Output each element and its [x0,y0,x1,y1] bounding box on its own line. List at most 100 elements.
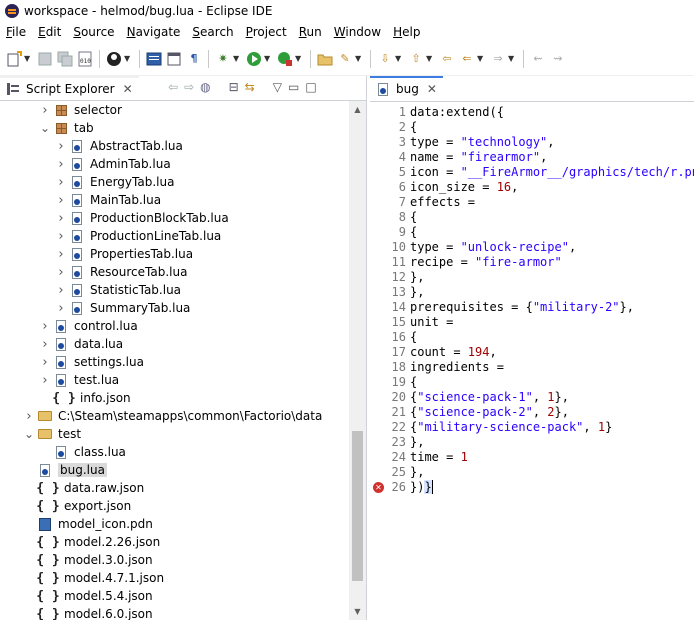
refresh-icon[interactable]: ◍ [200,80,210,94]
tree-item[interactable]: › StatisticTab.lua [56,281,181,299]
tree-item[interactable]: class.lua [40,443,126,461]
pin-editor-icon[interactable]: ⇜ [530,51,546,67]
close-icon[interactable]: ✕ [427,82,437,96]
tree-item[interactable]: › ResourceTab.lua [56,263,187,281]
window-icon[interactable] [166,51,182,67]
chevron-down-icon[interactable]: ⌄ [40,121,50,135]
pilcrow-icon[interactable]: ¶ [186,51,202,67]
tree-item[interactable]: { } model.3.0.json [24,551,152,569]
gear-icon[interactable]: ✷ [215,51,231,67]
chevron-right-icon[interactable]: › [56,265,66,280]
tree-item[interactable]: › control.lua [40,317,137,335]
menu-item-help[interactable]: Help [387,25,426,39]
tree-folder[interactable]: › selector [40,101,122,119]
run-dropdown-icon[interactable]: ▼ [264,54,272,63]
last-edit-icon[interactable]: ⇦ [439,51,455,67]
chevron-right-icon[interactable]: › [56,283,66,298]
tree-item[interactable]: { } model.6.0.json [24,605,152,621]
chevron-right-icon[interactable]: › [56,157,66,172]
forward-dropdown-icon[interactable]: ▼ [508,54,516,63]
tab-bug[interactable]: bug ✕ [370,76,443,100]
tree-item[interactable]: { } info.json [40,389,130,407]
tree-item[interactable]: › PropertiesTab.lua [56,245,193,263]
chevron-right-icon[interactable]: › [56,211,66,226]
menu-item-edit[interactable]: Edit [32,25,67,39]
tree-item[interactable]: › EnergyTab.lua [56,173,174,191]
tree-item[interactable]: { } model.4.7.1.json [24,569,164,587]
explorer-scrollbar[interactable]: ▲ ▼ [349,101,366,620]
forward-icon[interactable]: ⇒ [490,51,506,67]
debug-icon[interactable] [106,51,122,67]
tree-item[interactable]: { } data.raw.json [24,479,144,497]
tree-item[interactable]: { } model.5.4.json [24,587,152,605]
menu-item-window[interactable]: Window [328,25,387,39]
tree-folder[interactable]: ⌄ tab [40,119,94,137]
tree-item[interactable]: › ProductionLineTab.lua [56,227,221,245]
scroll-thumb[interactable] [352,431,363,581]
tree-item[interactable]: model_icon.pdn [24,515,153,533]
tree-item[interactable]: › AbstractTab.lua [56,137,182,155]
chevron-right-icon[interactable]: › [40,355,50,370]
pin-dropdown-icon[interactable]: ⇝ [550,51,566,67]
external-tools-dropdown-icon[interactable]: ▼ [295,54,303,63]
chevron-right-icon[interactable]: › [56,301,66,316]
next-annotation-dropdown-icon[interactable]: ▼ [395,54,403,63]
chevron-right-icon[interactable]: › [24,409,34,424]
external-tools-icon[interactable] [277,51,293,67]
tab-script-explorer[interactable]: Script Explorer ✕ [0,76,139,100]
tree-item[interactable]: › MainTab.lua [56,191,161,209]
open-folder-icon[interactable] [317,51,333,67]
minimize-icon[interactable]: ▭ [288,80,299,94]
close-icon[interactable]: ✕ [123,82,133,96]
maximize-icon[interactable]: □ [305,80,316,94]
view-menu-icon[interactable]: ▽ [273,80,282,94]
code-editor[interactable]: 1 2 3 4 5 6 7 8 9 10 11 12 13 14 15 16 17 18 19 20 21 22 23 24 2… [370,101,694,621]
chevron-right-icon[interactable]: › [56,193,66,208]
tree-item[interactable]: › test.lua [40,371,119,389]
gear-dropdown-icon[interactable]: ▼ [233,54,241,63]
pen-icon[interactable]: ✎ [337,51,353,67]
tree-folder[interactable]: › C:\Steam\steamapps\common\Factorio\data [24,407,322,425]
tree-item[interactable]: › settings.lua [40,353,144,371]
next-annotation-icon[interactable]: ⇩ [377,51,393,67]
scroll-up-icon[interactable]: ▲ [349,101,366,118]
console-icon[interactable] [146,51,162,67]
forward-nav-icon[interactable]: ⇨ [184,80,194,94]
chevron-right-icon[interactable]: › [40,103,50,118]
scroll-down-icon[interactable]: ▼ [349,603,366,620]
tree-item[interactable]: { } model.2.26.json [24,533,160,551]
chevron-right-icon[interactable]: › [56,175,66,190]
tree-item[interactable]: bug.lua [24,461,107,479]
chevron-right-icon[interactable]: › [56,247,66,262]
error-icon[interactable]: ✕ [373,482,384,493]
back-nav-icon[interactable]: ⇦ [168,80,178,94]
back-icon[interactable]: ⇐ [459,51,475,67]
collapse-all-icon[interactable]: ⊟ [229,80,239,94]
new-dropdown-icon[interactable]: ▼ [24,54,32,63]
menu-item-source[interactable]: Source [67,25,120,39]
menu-item-run[interactable]: Run [293,25,328,39]
new-icon[interactable] [6,50,22,67]
tree-folder[interactable]: ⌄ test [24,425,81,443]
tree-item[interactable]: { } export.json [24,497,131,515]
tree-item[interactable]: › SummaryTab.lua [56,299,190,317]
chevron-right-icon[interactable]: › [40,373,50,388]
tree-item[interactable]: › AdminTab.lua [56,155,170,173]
chevron-down-icon[interactable]: ⌄ [24,427,34,441]
binary-icon[interactable]: 010 [77,51,93,67]
prev-annotation-icon[interactable]: ⇧ [408,51,424,67]
chevron-right-icon[interactable]: › [40,337,50,352]
run-icon[interactable] [246,51,262,67]
menu-item-navigate[interactable]: Navigate [121,25,187,39]
tree-item[interactable]: › data.lua [40,335,123,353]
tree-item[interactable]: › ProductionBlockTab.lua [56,209,228,227]
back-dropdown-icon[interactable]: ▼ [477,54,485,63]
menu-item-project[interactable]: Project [240,25,293,39]
chevron-right-icon[interactable]: › [56,229,66,244]
save-all-icon[interactable] [57,51,73,67]
prev-annotation-dropdown-icon[interactable]: ▼ [426,54,434,63]
debug-dropdown-icon[interactable]: ▼ [124,54,132,63]
pen-dropdown-icon[interactable]: ▼ [355,54,363,63]
link-editor-icon[interactable]: ⇆ [245,80,255,94]
chevron-right-icon[interactable]: › [56,139,66,154]
